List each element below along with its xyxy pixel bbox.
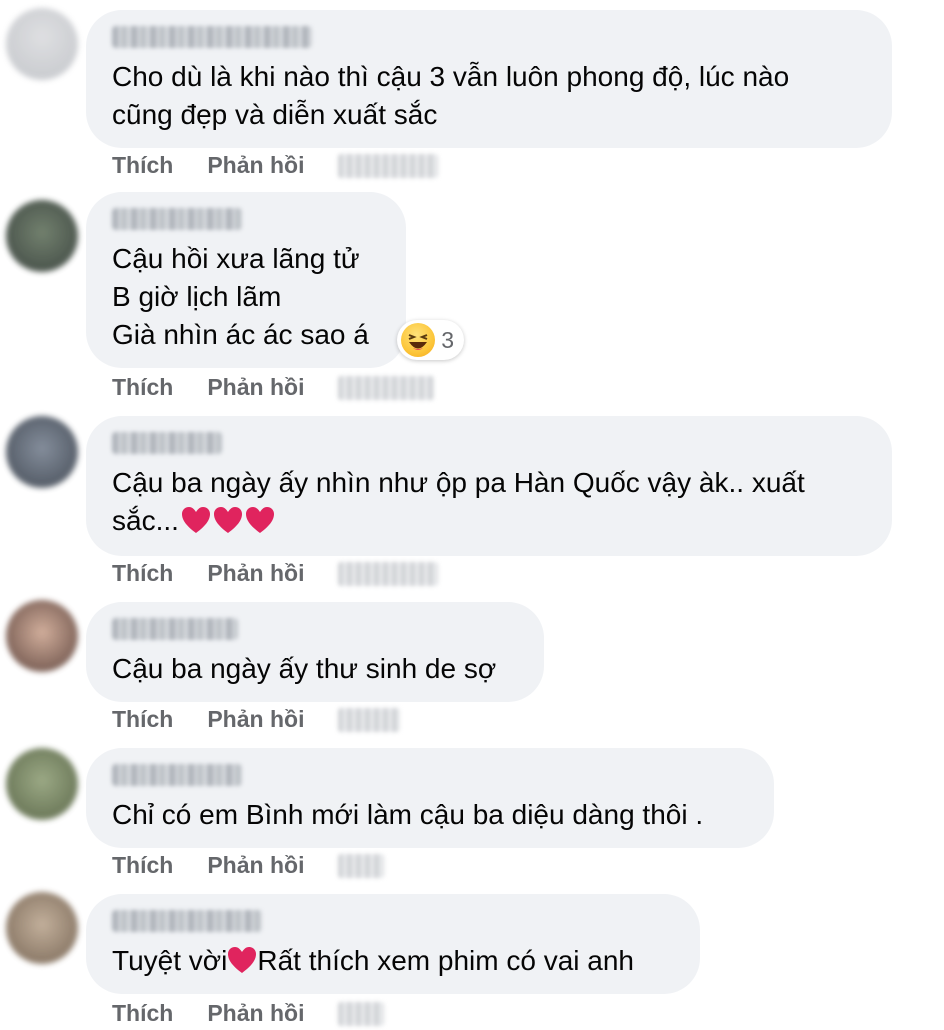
avatar[interactable]: [6, 892, 78, 964]
comment-actions: Thích Phản hồi: [112, 560, 439, 587]
haha-emoji-icon: [401, 323, 436, 357]
avatar[interactable]: [6, 748, 78, 820]
comment-text: Chỉ có em Bình mới làm cậu ba diệu dàng …: [112, 799, 704, 830]
comment-actions: Thích Phản hồi: [112, 706, 401, 733]
author-name-blurred[interactable]: [112, 910, 262, 932]
comment-bubble: Chỉ có em Bình mới làm cậu ba diệu dàng …: [86, 748, 774, 848]
like-button[interactable]: Thích: [112, 152, 173, 179]
comment-bubble: Cho dù là khi nào thì cậu 3 vẫn luôn pho…: [86, 10, 892, 148]
comment-text: Cậu ba ngày ấy nhìn như ộp pa Hàn Quốc v…: [112, 464, 866, 540]
avatar[interactable]: [6, 600, 78, 672]
like-button[interactable]: Thích: [112, 1000, 173, 1027]
author-name-blurred[interactable]: [112, 26, 312, 48]
comment-text: Cậu ba ngày ấy thư sinh de sợ: [112, 653, 497, 684]
avatar[interactable]: [6, 416, 78, 488]
comment-actions: Thích Phản hồi: [112, 152, 439, 179]
like-button[interactable]: Thích: [112, 852, 173, 879]
reaction-badge[interactable]: 3: [397, 320, 464, 360]
timestamp-blurred[interactable]: [338, 375, 435, 400]
reply-button[interactable]: Phản hồi: [207, 560, 304, 587]
reply-button[interactable]: Phản hồi: [207, 706, 304, 733]
like-button[interactable]: Thích: [112, 560, 173, 587]
like-button[interactable]: Thích: [112, 374, 173, 401]
heart-icon: [179, 505, 211, 536]
like-button[interactable]: Thích: [112, 706, 173, 733]
timestamp-blurred[interactable]: [338, 153, 439, 178]
author-name-blurred[interactable]: [112, 764, 242, 786]
comment-text: Cho dù là khi nào thì cậu 3 vẫn luôn pho…: [112, 61, 790, 130]
comment-bubble: Tuyệt vời Rất thích xem phim có vai anh: [86, 894, 700, 994]
comment-actions: Thích Phản hồi: [112, 374, 435, 401]
author-name-blurred[interactable]: [112, 432, 222, 454]
comment-bubble: Cậu hồi xưa lãng tử B giờ lịch lãm Già n…: [86, 192, 464, 368]
timestamp-blurred[interactable]: [338, 707, 401, 732]
reply-button[interactable]: Phản hồi: [207, 374, 304, 401]
avatar[interactable]: [6, 200, 78, 272]
comment-text: Cậu hồi xưa lãng tử B giờ lịch lãm Già n…: [112, 243, 369, 350]
reply-button[interactable]: Phản hồi: [207, 152, 304, 179]
timestamp-blurred[interactable]: [338, 1001, 385, 1026]
comment-actions: Thích Phản hồi: [112, 1000, 385, 1027]
heart-icon: [227, 945, 257, 976]
comment-text: Tuyệt vời Rất thích xem phim có vai anh: [112, 942, 674, 980]
author-name-blurred[interactable]: [112, 618, 238, 640]
heart-icon: [243, 505, 275, 536]
comment-actions: Thích Phản hồi: [112, 852, 385, 879]
comment-bubble: Cậu ba ngày ấy nhìn như ộp pa Hàn Quốc v…: [86, 416, 892, 556]
reply-button[interactable]: Phản hồi: [207, 852, 304, 879]
avatar[interactable]: [6, 8, 78, 80]
reply-button[interactable]: Phản hồi: [207, 1000, 304, 1027]
timestamp-blurred[interactable]: [338, 561, 439, 586]
comment-text-part: Tuyệt vời: [112, 945, 228, 976]
heart-icon: [211, 505, 243, 536]
author-name-blurred[interactable]: [112, 208, 242, 230]
reaction-count: 3: [441, 326, 454, 353]
comment-bubble: Cậu ba ngày ấy thư sinh de sợ: [86, 602, 544, 702]
timestamp-blurred[interactable]: [338, 853, 385, 878]
comment-text-part: Rất thích xem phim có vai anh: [257, 945, 634, 976]
